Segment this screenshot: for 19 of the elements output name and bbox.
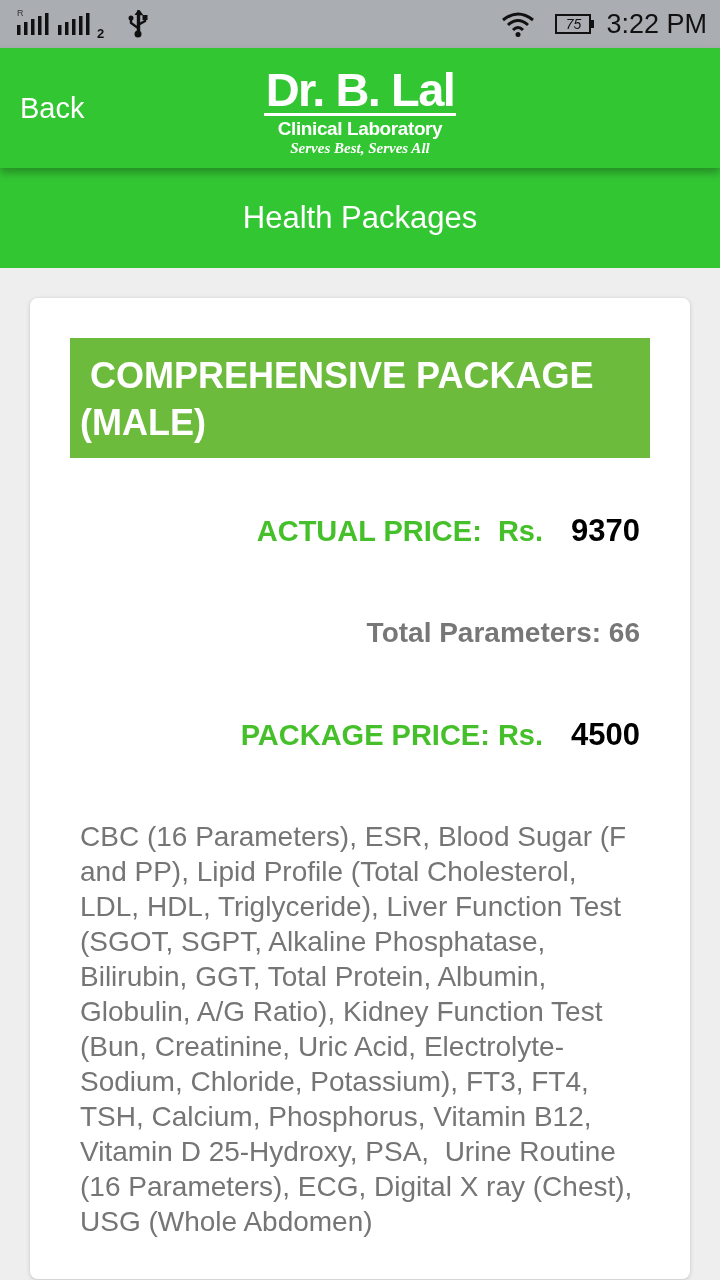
package-description: CBC (16 Parameters), ESR, Blood Sugar (F and PP), Lipid Profile (Total Cholesterol, LDL, HDL, Triglyceride), Liver Function Test (SGOT, SGPT, Alkaline Phosphatase, Bilirubin, GGT, Total Protein, Albumin, Globulin, A/G Ratio), Kidney Function Test (Bun, Creatinine, Uric Acid, Electrolyte-Sodium, Chloride, Potassium), FT3, FT4, TSH, Calcium, Phosphorus, Vitamin B12, Vitamin D 25-Hydroxy, PSA, Urine Routine (16 Parameters), ECG, Digital X ray (Chest), USG (Whole Abdomen) — [79, 820, 634, 1239]
price-label: PACKAGE PRICE: Rs. — [240, 718, 544, 752]
package-title: COMPREHENSIVE PACKAGE (MALE) — [70, 338, 650, 458]
price-value: 9370 — [571, 513, 640, 549]
wifi-icon — [501, 11, 536, 37]
price-value: 4500 — [571, 717, 640, 753]
status-time: 3:22 PM — [606, 8, 707, 40]
back-button[interactable]: Back — [20, 91, 85, 125]
logo-subtitle: Clinical Laboratory — [277, 118, 443, 140]
battery-indicator: 75 — [555, 14, 595, 34]
logo-tagline: Serves Best, Serves All — [290, 140, 430, 156]
usb-icon — [128, 10, 149, 38]
roaming-label: R — [17, 9, 24, 18]
sim-slot-label: 2 — [97, 27, 105, 40]
signal-icon — [58, 13, 90, 35]
price-label: ACTUAL PRICE: Rs. — [256, 514, 544, 548]
logo-title: Dr. B. Lal — [265, 70, 455, 110]
parameter-count: Total Parameters: 66 — [366, 617, 640, 649]
page-title: Health Packages — [242, 200, 478, 236]
